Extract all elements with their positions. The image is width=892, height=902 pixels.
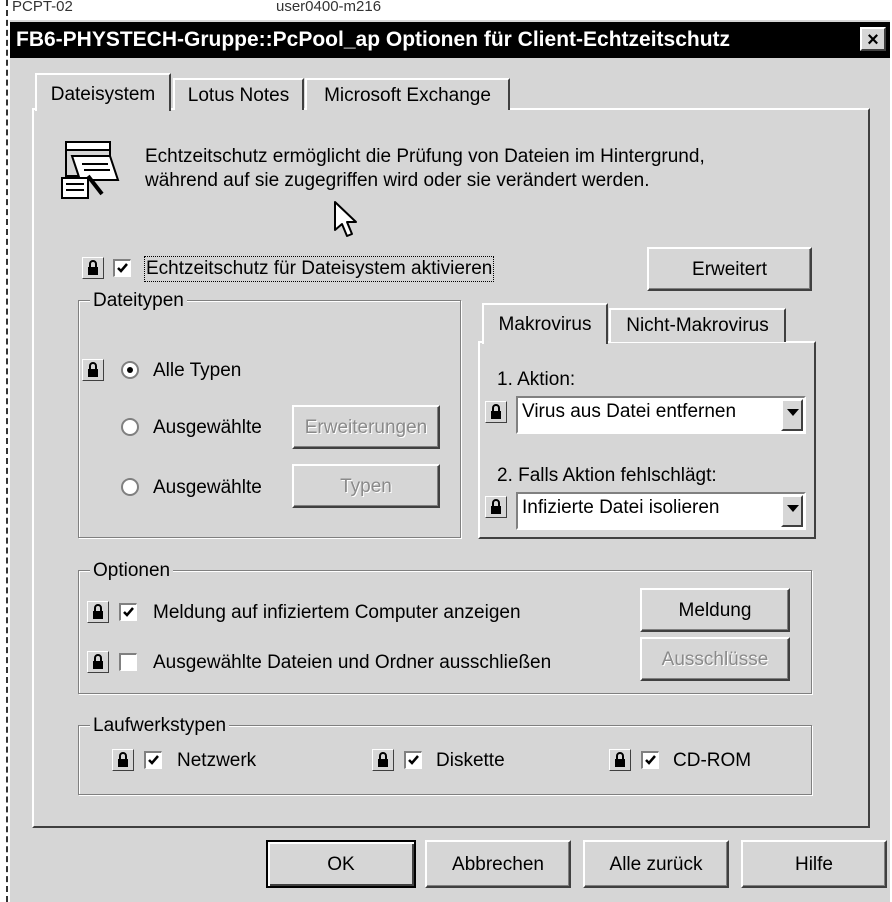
cdrom-checkbox[interactable] <box>641 751 659 769</box>
action1-value: Virus aus Datei entfernen <box>522 401 737 422</box>
enable-realtime-checkbox[interactable] <box>113 259 131 277</box>
chevron-down-icon[interactable] <box>781 495 803 527</box>
all-types-radio[interactable] <box>121 361 139 379</box>
cancel-button[interactable]: Abbrechen <box>425 840 571 888</box>
network-checkbox[interactable] <box>144 751 162 769</box>
selected-extensions-radio[interactable] <box>121 418 139 436</box>
lock-icon[interactable] <box>87 601 109 623</box>
exclude-label[interactable]: Ausgewählte Dateien und Ordner ausschlie… <box>153 652 551 674</box>
lock-icon[interactable] <box>372 749 394 771</box>
action1-label: 1. Aktion: <box>497 369 576 390</box>
dateitypen-title: Dateitypen <box>90 290 187 312</box>
selected-types-label[interactable]: Ausgewählte <box>153 477 262 499</box>
intro-text-line2: während auf sie zugegriffen wird oder si… <box>145 170 650 191</box>
selected-types-radio[interactable] <box>121 478 139 496</box>
close-icon: × <box>867 29 879 51</box>
laufwerkstypen-title: Laufwerkstypen <box>90 715 230 737</box>
tab-dateisystem-label: Dateisystem <box>50 84 156 105</box>
advanced-button[interactable]: Erweitert <box>647 247 812 291</box>
message-button[interactable]: Meldung <box>640 588 790 632</box>
types-button[interactable]: Typen <box>292 464 440 508</box>
exclude-checkbox[interactable] <box>119 653 137 671</box>
lock-icon[interactable] <box>609 749 631 771</box>
tab-lotus-notes-label: Lotus Notes <box>187 85 290 106</box>
lock-icon[interactable] <box>112 749 134 771</box>
network-label[interactable]: Netzwerk <box>177 750 256 772</box>
window-edge <box>6 0 8 902</box>
close-button[interactable]: × <box>860 27 886 51</box>
tab-makrovirus-label: Makrovirus <box>498 314 592 335</box>
background-text-left: PCPT-02 <box>12 0 73 15</box>
action1-select[interactable]: Virus aus Datei entfernen <box>516 396 806 434</box>
cdrom-label[interactable]: CD-ROM <box>673 750 751 772</box>
exclusions-button[interactable]: Ausschlüsse <box>640 637 790 681</box>
show-message-checkbox[interactable] <box>119 603 137 621</box>
extensions-button[interactable]: Erweiterungen <box>292 405 440 449</box>
tab-nicht-makrovirus-label: Nicht-Makrovirus <box>626 315 769 336</box>
all-types-label[interactable]: Alle Typen <box>153 360 241 382</box>
lock-icon[interactable] <box>485 401 507 423</box>
background-window-strip: PCPT-02 user0400-m216 <box>8 0 892 20</box>
chevron-down-icon[interactable] <box>781 399 803 431</box>
lock-icon[interactable] <box>485 496 507 518</box>
lock-icon[interactable] <box>82 359 104 381</box>
tab-nicht-makrovirus[interactable]: Nicht-Makrovirus <box>609 308 786 342</box>
mouse-cursor-icon <box>333 200 359 240</box>
show-message-label[interactable]: Meldung auf infiziertem Computer anzeige… <box>153 602 521 624</box>
action2-value: Infizierte Datei isolieren <box>522 497 720 518</box>
floppy-checkbox[interactable] <box>404 751 422 769</box>
title-bar: FB6-PHYSTECH-Gruppe::PcPool_ap Optionen … <box>10 22 890 58</box>
tab-microsoft-exchange-label: Microsoft Exchange <box>324 85 491 106</box>
tab-microsoft-exchange[interactable]: Microsoft Exchange <box>305 78 510 110</box>
intro-text-line1: Echtzeitschutz ermöglicht die Prüfung vo… <box>145 146 705 167</box>
help-button[interactable]: Hilfe <box>741 840 887 888</box>
file-scan-icon <box>58 136 128 202</box>
optionen-title: Optionen <box>90 560 174 582</box>
lock-icon[interactable] <box>87 651 109 673</box>
reset-all-button[interactable]: Alle zurück <box>583 840 729 888</box>
selected-extensions-label[interactable]: Ausgewählte <box>153 417 262 439</box>
dialog-title: FB6-PHYSTECH-Gruppe::PcPool_ap Optionen … <box>16 28 731 51</box>
action2-label: 2. Falls Aktion fehlschlägt: <box>497 465 717 486</box>
ok-button[interactable]: OK <box>266 840 416 888</box>
floppy-label[interactable]: Diskette <box>436 750 505 772</box>
background-text-right: user0400-m216 <box>276 0 382 15</box>
tab-dateisystem[interactable]: Dateisystem <box>35 73 171 111</box>
lock-icon[interactable] <box>82 257 104 279</box>
enable-realtime-label[interactable]: Echtzeitschutz für Dateisystem aktiviere… <box>143 256 495 282</box>
tab-makrovirus[interactable]: Makrovirus <box>482 303 608 344</box>
tab-lotus-notes[interactable]: Lotus Notes <box>173 78 304 110</box>
action2-select[interactable]: Infizierte Datei isolieren <box>516 492 806 530</box>
